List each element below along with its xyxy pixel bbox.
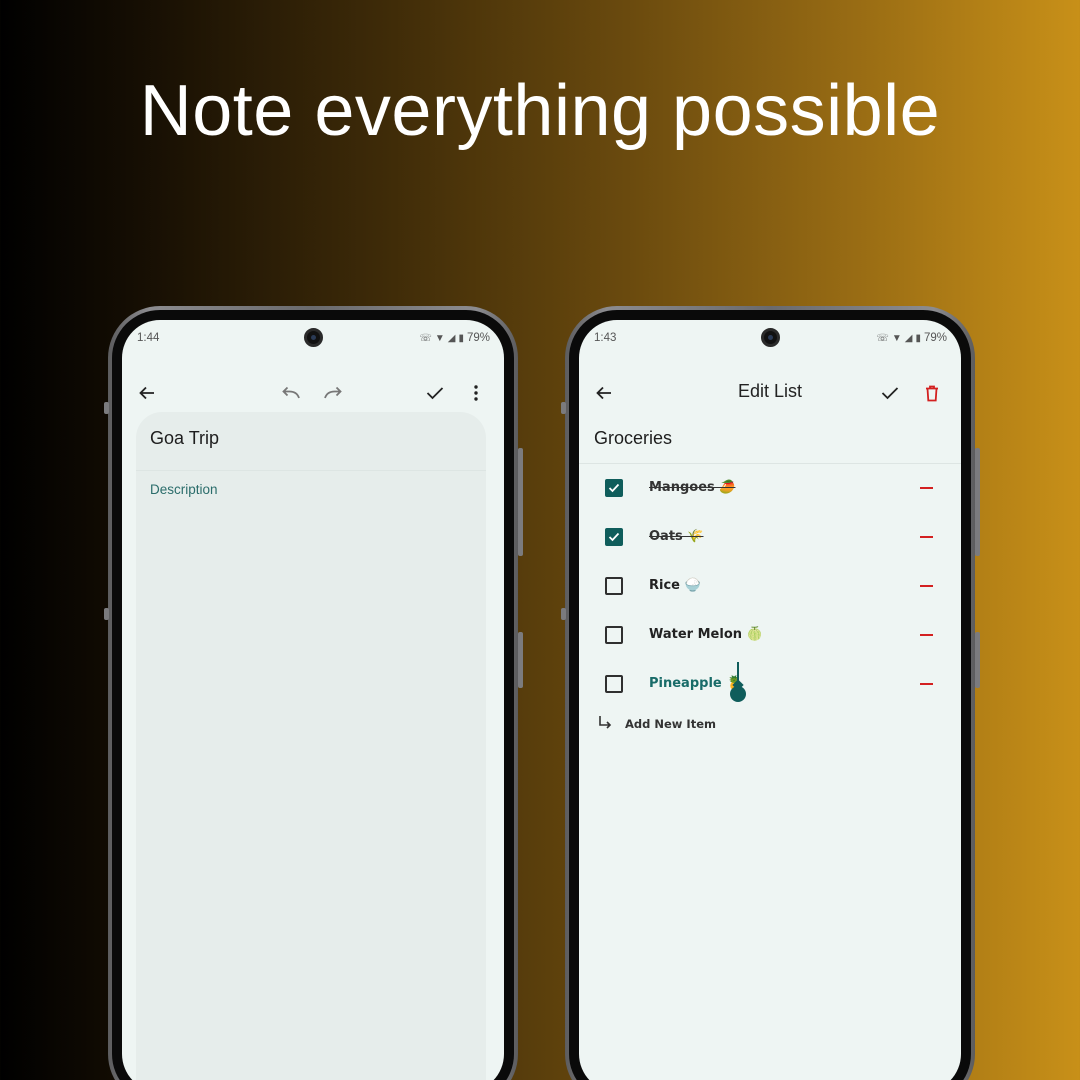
remove-item-icon[interactable] <box>920 634 933 636</box>
remove-item-icon[interactable] <box>920 487 933 489</box>
screen-edit-list: 1:43 ☏ ▼ ◢ ▮ 79% Edit List Groceries Man… <box>579 320 961 1080</box>
status-time: 1:43 <box>594 332 617 344</box>
item-label[interactable]: Mangoes 🥭 <box>649 480 735 495</box>
checkbox[interactable] <box>605 626 623 644</box>
call-icon: ☏ <box>419 332 432 344</box>
toolbar <box>122 372 504 412</box>
remove-item-icon[interactable] <box>920 536 933 538</box>
battery-level: 79% <box>923 332 947 344</box>
list-item: Water Melon 🍈 <box>579 620 961 650</box>
phone-left: 1:44 ☏ ▼ ◢ ▮ 79% Goa Trip Description <box>104 306 523 1080</box>
note-card: Goa Trip Description <box>136 412 486 1080</box>
divider <box>579 463 961 464</box>
item-label[interactable]: Water Melon 🍈 <box>649 627 763 642</box>
page-title: Edit List <box>737 381 803 401</box>
check-icon[interactable] <box>424 382 446 404</box>
headline: Note everything possible <box>139 71 941 151</box>
subdirectory-arrow-icon <box>599 716 612 729</box>
divider <box>136 470 486 471</box>
cursor-handle[interactable] <box>730 686 746 702</box>
list-item: Rice 🍚 <box>579 571 961 601</box>
note-title-field[interactable]: Goa Trip <box>150 428 219 449</box>
arrow-left-icon[interactable] <box>136 382 158 404</box>
list-item: Mangoes 🥭 <box>579 473 961 503</box>
item-label[interactable]: Rice 🍚 <box>649 578 701 593</box>
wifi-icon: ▼ <box>434 332 445 344</box>
signal-icon: ◢ <box>904 332 913 344</box>
remove-item-icon[interactable] <box>920 585 933 587</box>
screen-note-editor: 1:44 ☏ ▼ ◢ ▮ 79% Goa Trip Description <box>122 320 504 1080</box>
checkbox[interactable] <box>605 577 623 595</box>
signal-icon: ◢ <box>447 332 456 344</box>
checkbox[interactable] <box>605 479 623 497</box>
list-item: Pineapple 🍍 <box>579 669 961 699</box>
battery-icon: ▮ <box>458 332 464 344</box>
item-label[interactable]: Pineapple 🍍 <box>649 676 742 691</box>
wifi-icon: ▼ <box>891 332 902 344</box>
item-label[interactable]: Oats 🌾 <box>649 529 704 544</box>
call-icon: ☏ <box>876 332 889 344</box>
toolbar: Edit List <box>579 372 961 412</box>
check-icon[interactable] <box>879 382 901 404</box>
redo-icon[interactable] <box>322 382 344 404</box>
checkbox[interactable] <box>605 675 623 693</box>
battery-icon: ▮ <box>915 332 921 344</box>
undo-icon[interactable] <box>280 382 302 404</box>
description-field[interactable]: Description <box>150 482 218 497</box>
list-item: Oats 🌾 <box>579 522 961 552</box>
status-time: 1:44 <box>137 332 160 344</box>
battery-level: 79% <box>466 332 490 344</box>
trash-icon[interactable] <box>921 382 943 404</box>
front-camera <box>304 328 323 347</box>
remove-item-icon[interactable] <box>920 683 933 685</box>
front-camera <box>761 328 780 347</box>
more-vert-icon[interactable] <box>465 382 487 404</box>
phone-right: 1:43 ☏ ▼ ◢ ▮ 79% Edit List Groceries Man… <box>561 306 980 1080</box>
list-title-field[interactable]: Groceries <box>594 428 672 449</box>
checkbox[interactable] <box>605 528 623 546</box>
add-new-item-label: Add New Item <box>625 717 716 731</box>
